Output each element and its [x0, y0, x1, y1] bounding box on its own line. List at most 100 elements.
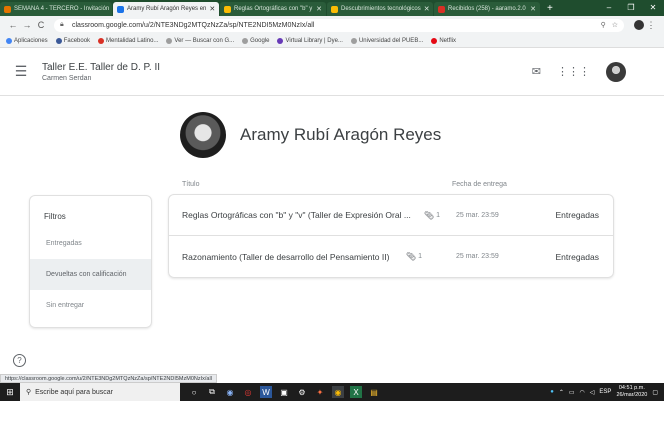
hamburger-menu-icon[interactable]: ☰ [0, 63, 42, 80]
filter-devueltas[interactable]: Devueltas con calificación [30, 259, 151, 290]
settings-gear-icon[interactable]: ⚙ [296, 386, 308, 398]
volume-icon[interactable]: ◁ [590, 389, 595, 396]
assignment-row[interactable]: Razonamiento (Taller de desarrollo del P… [169, 236, 613, 277]
opera-icon[interactable]: ◎ [242, 386, 254, 398]
camera-icon[interactable]: ▣ [278, 386, 290, 398]
column-header-title: Título [182, 181, 200, 188]
wifi-icon[interactable]: ◠ [580, 389, 585, 396]
student-name: Aramy Rubí Aragón Reyes [240, 125, 442, 144]
course-title[interactable]: Taller E.E. Taller de D. P. II [42, 62, 160, 73]
attachment-count: 📎︎ 1 [406, 252, 456, 261]
filter-sin-entregar[interactable]: Sin entregar [30, 290, 151, 321]
tab-close-icon[interactable]: ✕ [421, 5, 430, 13]
assignment-row[interactable]: Reglas Ortográficas con "b" y "v" (Talle… [169, 195, 613, 236]
tab-label: Aramy Rubí Aragón Reyes en [127, 6, 207, 12]
bookmark-item[interactable]: Virtual Library | Dye... [277, 37, 343, 44]
minimize-button[interactable]: – [598, 0, 620, 16]
assignment-due-date: 25 mar. 23:59 [456, 211, 499, 219]
notifications-icon[interactable]: ▢ [652, 389, 658, 396]
browser-tab-active[interactable]: Aramy Rubí Aragón Reyes en ✕ [113, 2, 219, 16]
tab-label: Reglas Ortográficas con "b" y [234, 6, 313, 12]
bookmark-label: Aplicaciones [14, 37, 48, 44]
battery-icon[interactable]: ▭ [569, 389, 575, 396]
clock[interactable]: 04:51 p.m. 26/mar/2020 [616, 385, 647, 399]
new-tab-button[interactable]: + [541, 2, 559, 16]
reload-button[interactable]: C [34, 20, 48, 30]
bookmark-label: Virtual Library | Dye... [285, 37, 343, 44]
tab-label: Recibidos (258) - aaramo.2.0 [448, 6, 526, 12]
chrome-icon[interactable]: ◉ [332, 386, 344, 398]
assignment-title[interactable]: Reglas Ortográficas con "b" y "v" (Talle… [182, 210, 418, 220]
windows-taskbar: ⊞ ⚲ Escribe aquí para buscar ○ ⧉ ◉ ◎ W ▣… [0, 383, 664, 401]
assignment-list: Reglas Ortográficas con "b" y "v" (Talle… [168, 194, 614, 278]
star-icon[interactable]: ☆ [612, 21, 618, 29]
browser-tab[interactable]: SEMANA 4 - TERCERO - Invitación ✕ [0, 2, 112, 16]
mail-icon[interactable]: ✉ [532, 65, 541, 78]
assignment-title[interactable]: Razonamiento (Taller de desarrollo del P… [182, 252, 400, 262]
cortana-icon[interactable]: ○ [188, 386, 200, 398]
bookmark-favicon-icon [277, 37, 284, 44]
bookmark-label: Mentalidad Latino... [106, 37, 159, 44]
bookmark-item[interactable]: Netflix [431, 37, 456, 44]
bookmark-item[interactable]: Universidad del PUEB... [350, 37, 424, 44]
maximize-button[interactable]: ❐ [620, 0, 642, 16]
bookmark-favicon-icon [98, 37, 105, 44]
zoom-icon[interactable]: ⚲ [601, 21, 606, 29]
tab-close-icon[interactable]: ✕ [109, 5, 112, 13]
paperclip-icon: 📎︎ [424, 210, 435, 220]
bookmark-item[interactable]: Ver — Buscar con G... [166, 37, 235, 44]
network-app-icon[interactable]: ● [550, 389, 554, 395]
tab-label: SEMANA 4 - TERCERO - Invitación [14, 6, 110, 12]
bookmark-label: Universidad del PUEB... [358, 37, 424, 44]
bookmark-item[interactable]: Mentalidad Latino... [98, 37, 159, 44]
close-window-button[interactable]: ✕ [642, 0, 664, 16]
bookmarks-bar: Aplicaciones Facebook Mentalidad Latino.… [0, 34, 664, 48]
tab-close-icon[interactable]: ✕ [313, 5, 322, 13]
task-view-icon[interactable]: ⧉ [206, 386, 218, 398]
profile-avatar-icon[interactable] [634, 20, 644, 30]
bookmark-item[interactable]: Google [242, 37, 269, 44]
forward-button[interactable]: → [20, 20, 34, 30]
tray-chevron-up-icon[interactable]: ⌃ [559, 389, 564, 396]
filter-entregadas[interactable]: Entregadas [30, 228, 151, 259]
attachment-number: 1 [418, 253, 423, 260]
course-info: Taller E.E. Taller de D. P. II Carmen Se… [42, 62, 160, 82]
assignment-due-date: 25 mar. 23:59 [456, 253, 499, 260]
tab-favicon-icon [117, 5, 124, 13]
facebook-icon [55, 37, 62, 44]
tab-close-icon[interactable]: ✕ [527, 5, 536, 13]
app-icon[interactable]: ✦ [314, 386, 326, 398]
bookmark-item[interactable]: Facebook [55, 37, 90, 44]
lock-icon: 🔒︎ [60, 21, 64, 28]
bookmark-label: Ver — Buscar con G... [174, 37, 235, 44]
tab-favicon-icon [438, 5, 445, 13]
tab-favicon-icon [224, 5, 231, 13]
browser-tab[interactable]: Reglas Ortográficas con "b" y ✕ [220, 2, 326, 16]
excel-icon[interactable]: X [350, 386, 362, 398]
apps-grid-icon[interactable]: ⋮⋮⋮ [557, 65, 590, 78]
word-icon[interactable]: W [260, 386, 272, 398]
bookmark-item[interactable]: Aplicaciones [6, 37, 48, 44]
help-icon[interactable]: ? [13, 354, 26, 367]
tab-label: Descubrimientos tecnológicos [341, 6, 421, 12]
windows-start-icon[interactable]: ⊞ [0, 387, 20, 398]
app-icon[interactable]: ◉ [224, 386, 236, 398]
file-explorer-icon[interactable]: ▤ [368, 386, 380, 398]
header-actions: ✉ ⋮⋮⋮ [532, 61, 664, 82]
back-button[interactable]: ← [6, 20, 20, 30]
tab-close-icon[interactable]: ✕ [206, 5, 215, 13]
course-teacher: Carmen Serdan [42, 74, 92, 82]
tab-favicon-icon [331, 5, 338, 13]
language-indicator[interactable]: ESP [599, 389, 611, 395]
browser-tab[interactable]: Recibidos (258) - aaramo.2.0 ✕ [434, 2, 540, 16]
browser-tab[interactable]: Descubrimientos tecnológicos ✕ [327, 2, 433, 16]
filters-title: Filtros [44, 212, 66, 221]
url-input[interactable]: 🔒︎ classroom.google.com/u/2/NTE3NDg2MTQz… [54, 18, 624, 32]
account-avatar[interactable] [606, 61, 626, 82]
student-avatar [180, 112, 226, 158]
tab-favicon-icon [4, 5, 11, 13]
taskbar-search-input[interactable]: ⚲ Escribe aquí para buscar [20, 383, 180, 401]
browser-menu-icon[interactable]: ⋮ [644, 20, 658, 31]
student-header: Aramy Rubí Aragón Reyes [180, 112, 441, 158]
status-bar-url: https://classroom.google.com/u/2/NTE3NDg… [0, 374, 217, 383]
